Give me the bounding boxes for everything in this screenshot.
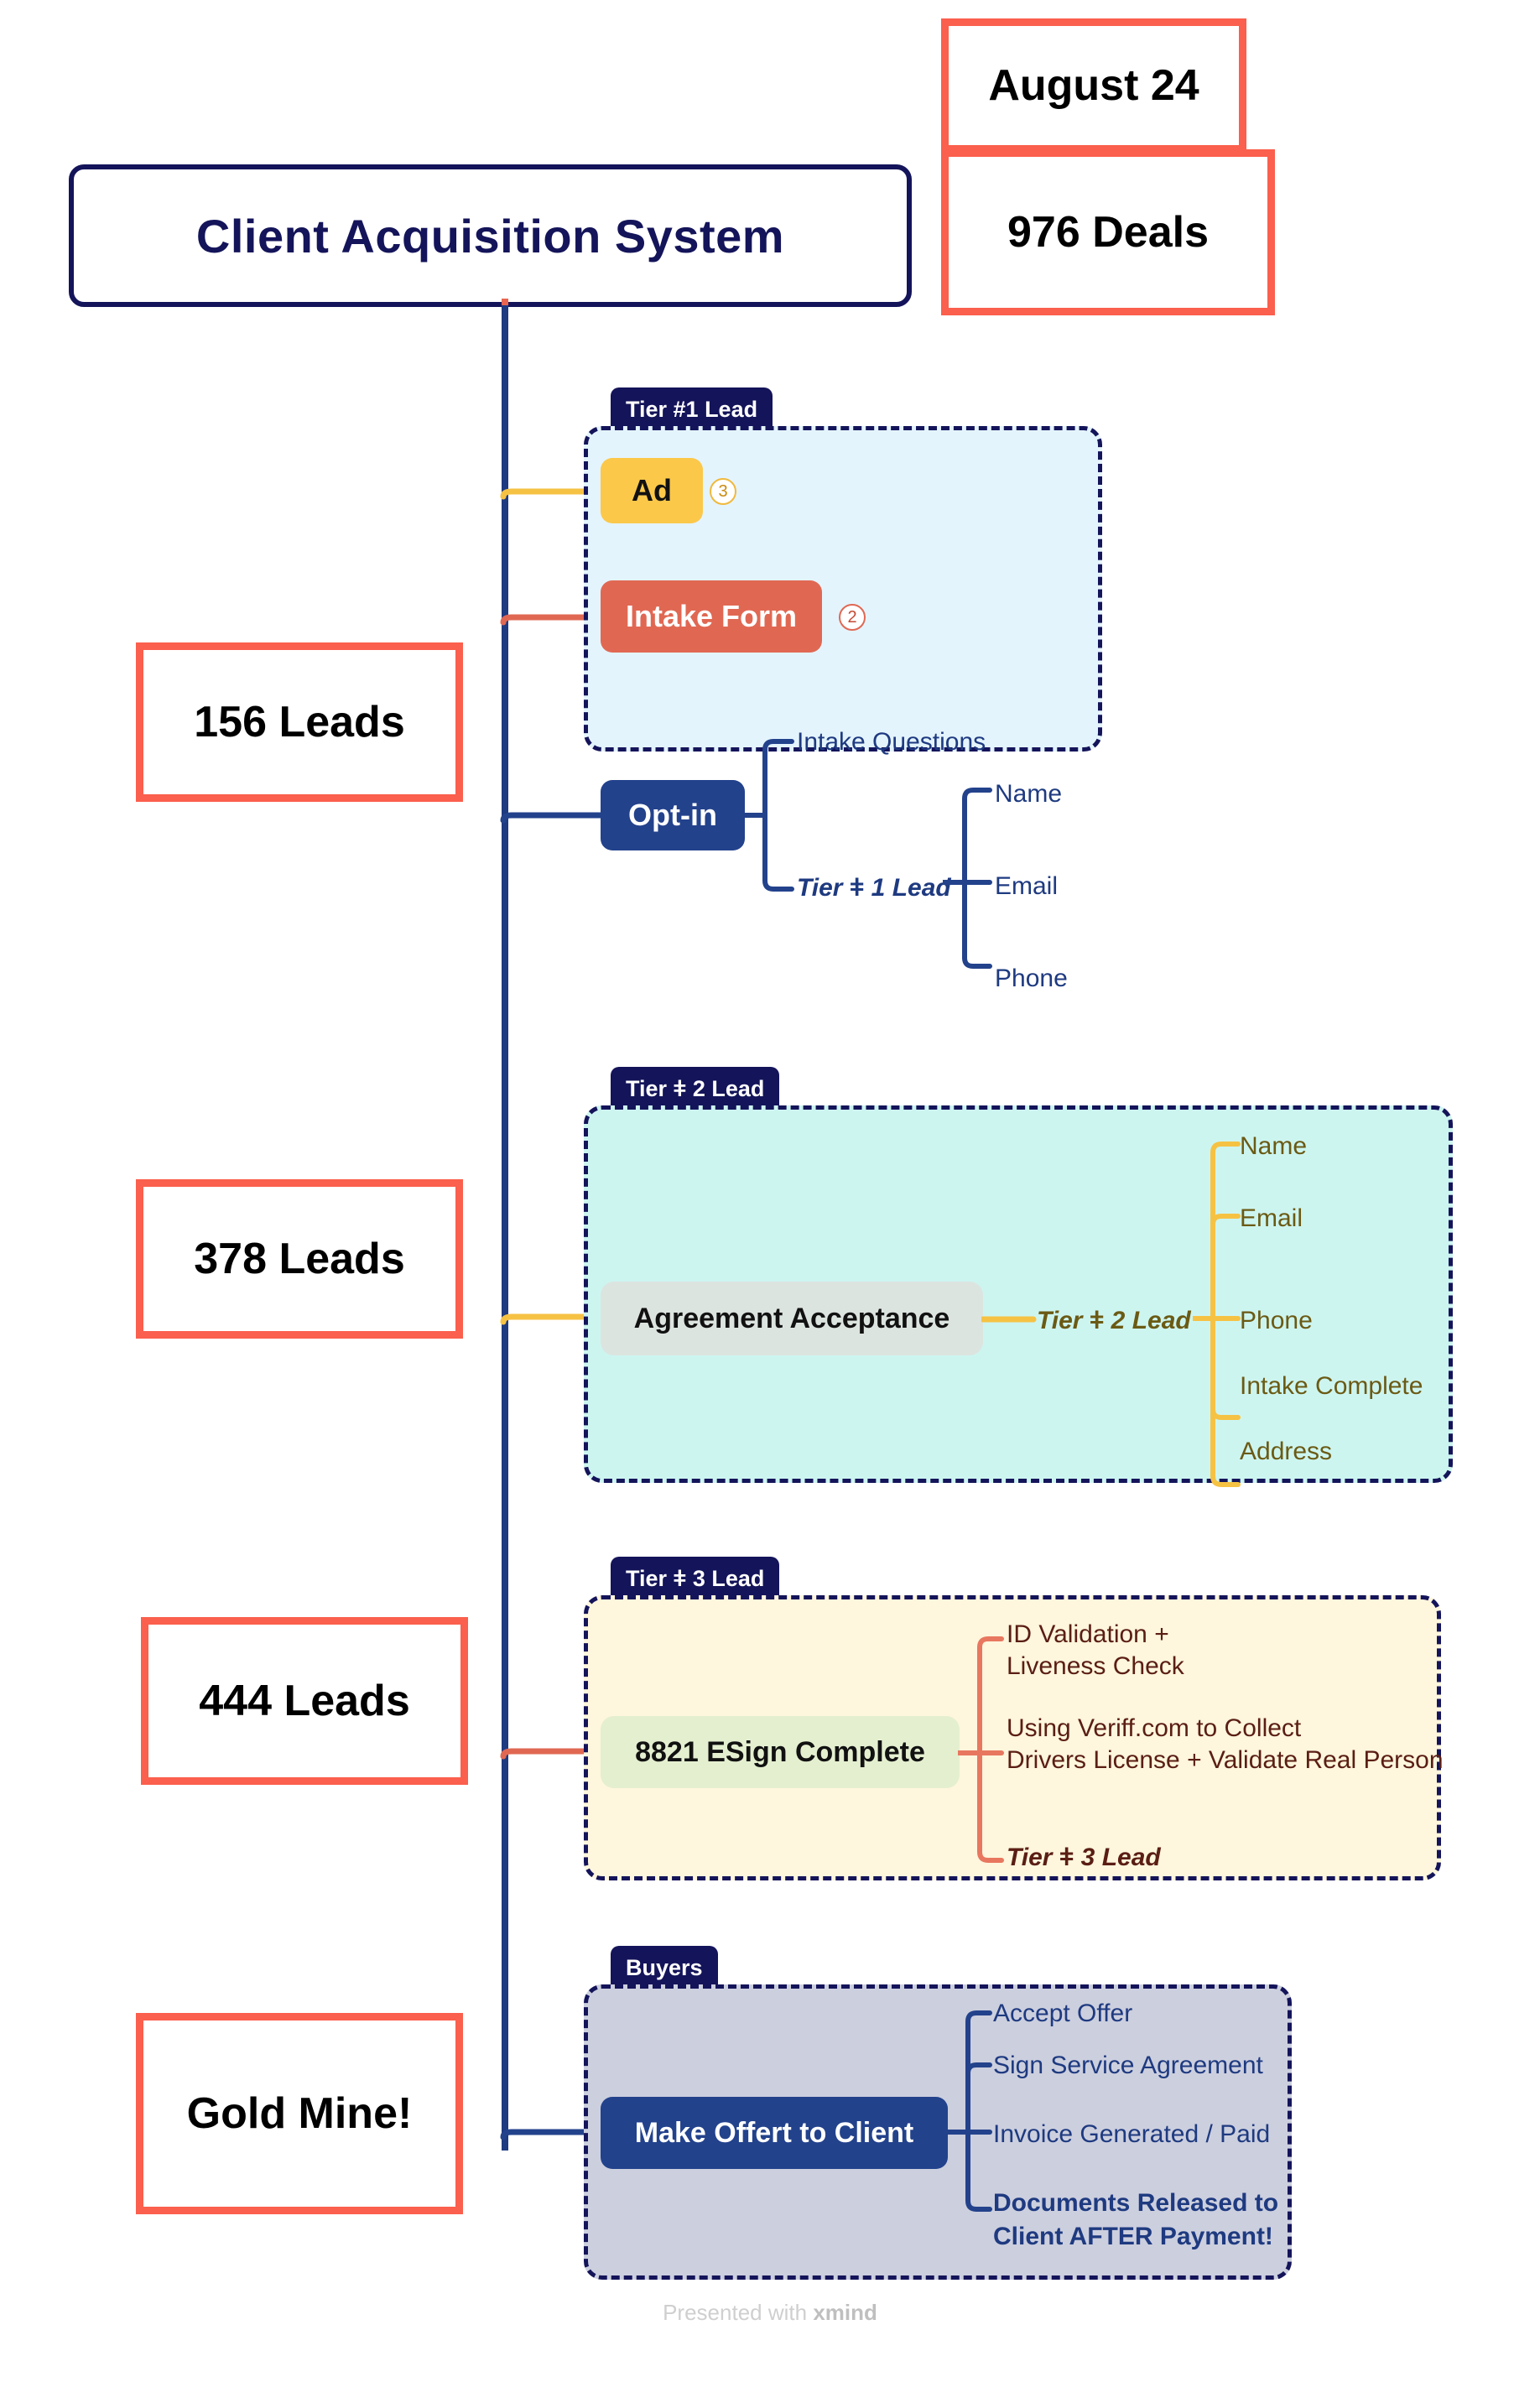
- callout-date-label: August 24: [988, 61, 1199, 110]
- topic-agreement-acceptance[interactable]: Agreement Acceptance: [601, 1282, 983, 1355]
- leaf-documents-released-line2[interactable]: Client AFTER Payment!: [993, 2221, 1273, 2253]
- topic-agreement-acceptance-label: Agreement Acceptance: [633, 1302, 950, 1334]
- group-label-tier2-text: Tier ǂ 2 Lead: [626, 1075, 765, 1101]
- leaf-tier2-field-phone[interactable]: Phone: [1240, 1305, 1313, 1337]
- page-title: Client Acquisition System: [195, 209, 785, 263]
- topic-esign-complete[interactable]: 8821 ESign Complete: [601, 1716, 960, 1788]
- topic-make-offer[interactable]: Make Offert to Client: [601, 2097, 948, 2169]
- leaf-intake-questions[interactable]: Intake Questions: [797, 726, 986, 758]
- leaf-invoice-generated[interactable]: Invoice Generated / Paid: [993, 2119, 1270, 2151]
- callout-deals[interactable]: 976 Deals: [941, 149, 1275, 315]
- group-label-tier1: Tier #1 Lead: [611, 387, 773, 431]
- topic-ad[interactable]: Ad: [601, 458, 703, 523]
- group-label-tier3-text: Tier ǂ 3 Lead: [626, 1565, 765, 1591]
- callout-tier3-label: 444 Leads: [199, 1677, 410, 1725]
- group-label-buyers: Buyers: [611, 1946, 718, 1989]
- badge-intake-form-count[interactable]: 2: [839, 604, 866, 631]
- main-trunk-line: [502, 305, 508, 2151]
- callout-deals-label: 976 Deals: [1007, 208, 1209, 257]
- footer-prefix: Presented with: [663, 2300, 814, 2325]
- footer-attribution: Presented with xmind: [0, 2300, 1540, 2326]
- badge-ad-count[interactable]: 3: [710, 478, 736, 505]
- leaf-accept-offer[interactable]: Accept Offer: [993, 1998, 1132, 2030]
- connector-buyers-steps: [946, 2001, 996, 2253]
- leaf-tier2-lead-label[interactable]: Tier ǂ 2 Lead: [1037, 1305, 1191, 1337]
- group-label-tier2: Tier ǂ 2 Lead: [611, 1067, 780, 1110]
- callout-buyers-label: Gold Mine!: [186, 2089, 413, 2138]
- leaf-veriff-line1[interactable]: Using Veriff.com to Collect: [1007, 1713, 1301, 1745]
- topic-ad-label: Ad: [632, 473, 672, 507]
- callout-tier1-label: 156 Leads: [194, 698, 405, 746]
- leaf-tier2-field-intake[interactable]: Intake Complete: [1240, 1370, 1423, 1402]
- leaf-tier1-field-phone[interactable]: Phone: [995, 963, 1068, 995]
- callout-date[interactable]: August 24: [941, 18, 1246, 153]
- leaf-tier2-field-email[interactable]: Email: [1240, 1203, 1303, 1235]
- leaf-id-validation-line1[interactable]: ID Validation +: [1007, 1619, 1169, 1651]
- callout-tier3-leads[interactable]: 444 Leads: [141, 1617, 468, 1785]
- topic-esign-complete-label: 8821 ESign Complete: [635, 1735, 925, 1768]
- connector-to-optin: [500, 788, 609, 824]
- topic-make-offer-label: Make Offert to Client: [634, 2116, 914, 2149]
- leaf-documents-released-line1[interactable]: Documents Released to: [993, 2187, 1278, 2219]
- topic-optin[interactable]: Opt-in: [601, 780, 745, 850]
- callout-tier1-leads[interactable]: 156 Leads: [136, 642, 463, 802]
- leaf-tier2-field-address[interactable]: Address: [1240, 1436, 1332, 1468]
- leaf-tier1-field-name[interactable]: Name: [995, 778, 1062, 810]
- connector-agreement-to-tier2: [981, 1302, 1037, 1337]
- leaf-tier1-lead-label[interactable]: Tier ǂ 1 Lead: [797, 872, 951, 904]
- topic-optin-label: Opt-in: [628, 798, 717, 832]
- leaf-veriff-line2[interactable]: Drivers License + Validate Real Person: [1007, 1745, 1444, 1776]
- leaf-tier3-lead-label[interactable]: Tier ǂ 3 Lead: [1007, 1842, 1161, 1874]
- badge-ad-value: 3: [718, 481, 728, 501]
- topic-intake-form-label: Intake Form: [625, 599, 798, 633]
- callout-tier2-leads[interactable]: 378 Leads: [136, 1179, 463, 1339]
- leaf-sign-service-agreement[interactable]: Sign Service Agreement: [993, 2050, 1263, 2082]
- footer-brand: xmind: [813, 2300, 877, 2325]
- callout-tier2-label: 378 Leads: [194, 1235, 405, 1283]
- leaf-tier1-field-email[interactable]: Email: [995, 871, 1058, 902]
- leaf-id-validation-line2[interactable]: Liveness Check: [1007, 1651, 1184, 1682]
- badge-intake-form-value: 2: [847, 607, 857, 627]
- callout-buyers-goldmine[interactable]: Gold Mine!: [136, 2013, 463, 2214]
- connector-esign-fork: [958, 1627, 1008, 1879]
- root-topic[interactable]: Client Acquisition System: [69, 164, 912, 307]
- leaf-tier2-field-name[interactable]: Name: [1240, 1131, 1307, 1162]
- group-label-tier1-text: Tier #1 Lead: [626, 396, 758, 422]
- topic-intake-form[interactable]: Intake Form: [601, 580, 822, 653]
- group-label-tier3: Tier ǂ 3 Lead: [611, 1557, 780, 1600]
- group-label-buyers-text: Buyers: [626, 1954, 703, 1980]
